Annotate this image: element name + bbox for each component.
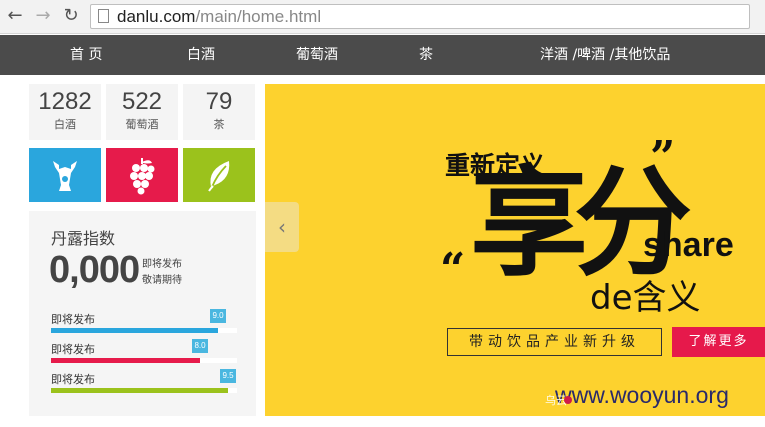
score-bar: 8.0 [51,339,237,363]
baijiu-icon [53,161,77,191]
grape-icon [130,158,155,195]
bar-label: 即将发布 [51,343,95,356]
stat-count: 79 [205,88,233,115]
bar-label: 即将发布 [51,373,95,386]
tea-leaf-icon [208,161,230,192]
stat-baijiu[interactable]: 1282 白酒 [29,84,101,140]
score-tag: 9.5 [220,369,236,383]
watermark: 乌云 www.wooyun.org [545,382,729,409]
tile-tea[interactable] [183,148,255,202]
main-nav: 首 页 白酒 葡萄酒 茶 洋酒 /啤酒 /其他饮品 [0,35,765,75]
watermark-dot [564,396,572,404]
tile-wine[interactable] [106,148,178,202]
reload-icon[interactable]: ↻ [61,6,81,26]
index-title: 丹露指数 [51,229,116,248]
index-value: 0,000 [49,249,140,291]
watermark-text: www.wooyun.org [555,382,729,408]
banner-subtitle: de含义 [590,278,701,318]
stat-count: 1282 [38,88,92,115]
score-tag: 9.0 [210,309,226,323]
stat-label: 白酒 [54,118,76,131]
nav-item-home[interactable]: 首 页 [70,35,102,75]
stat-tea[interactable]: 79 茶 [183,84,255,140]
stat-count: 522 [121,88,163,115]
forward-arrow-icon[interactable]: → [33,6,53,26]
score-bar-fill [51,388,228,393]
banner-slogan: 带动饮品产业新升级 [447,328,662,356]
score-bar-fill [51,328,218,333]
chevron-left-icon[interactable]: ‹ [265,202,299,252]
browser-toolbar: ← → ↻ danlu.com/main/home.html [0,0,765,34]
learn-more-button[interactable]: 了解更多 [672,327,765,357]
nav-item-wine[interactable]: 葡萄酒 [296,35,338,75]
index-note-stay-tuned: 敬请期待 [142,275,182,286]
index-note-release: 即将发布 [142,259,182,270]
banner-share-text: share [643,226,734,264]
stat-label: 茶 [213,118,225,131]
bar-label: 即将发布 [51,313,95,326]
banner-quote-open: “ [440,244,466,295]
score-bar-fill [51,358,200,363]
url-text[interactable]: danlu.com/main/home.html [117,7,321,27]
stat-wine[interactable]: 522 葡萄酒 [106,84,178,140]
hero-banner[interactable]: ‹ 重新定义 ” 享分 share “ de含义 带动饮品产业新升级 了解更多 … [265,84,765,416]
address-bar[interactable]: danlu.com/main/home.html [90,4,750,29]
score-bar: 9.0 [51,309,237,333]
nav-item-other-drinks[interactable]: 洋酒 /啤酒 /其他饮品 [540,35,670,75]
left-panel: 1282 白酒 522 葡萄酒 79 茶 丹露指数 0,000 即将发布 敬请期… [29,84,256,416]
danlu-index-panel: 丹露指数 0,000 即将发布 敬请期待 即将发布 9.0 即将发布 8.0 即… [29,211,256,416]
back-arrow-icon[interactable]: ← [5,6,25,26]
stat-label: 葡萄酒 [125,118,159,131]
tile-baijiu[interactable] [29,148,101,202]
page-icon [98,9,109,23]
score-tag: 8.0 [192,339,208,353]
score-bar: 9.5 [51,369,237,393]
nav-item-tea[interactable]: 茶 [419,35,433,75]
nav-item-baijiu[interactable]: 白酒 [187,35,215,75]
